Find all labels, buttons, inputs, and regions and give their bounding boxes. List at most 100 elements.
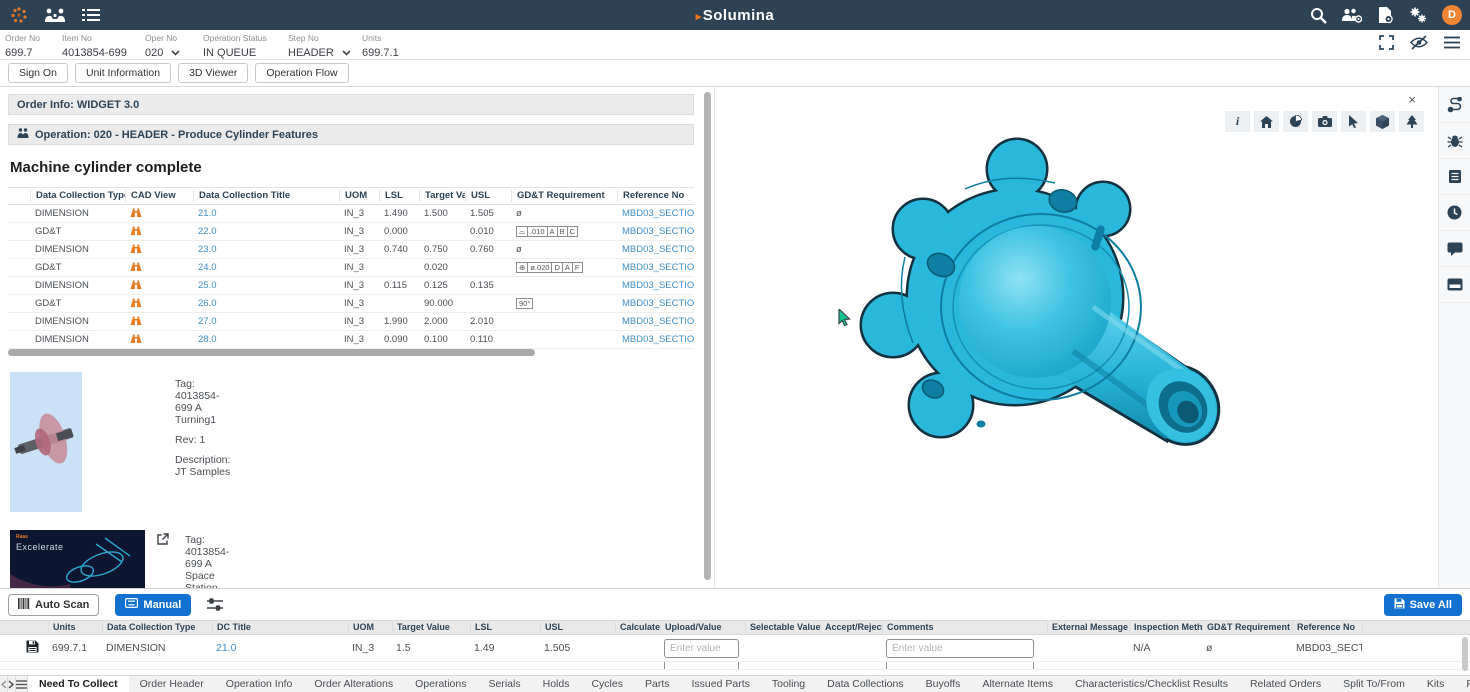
close-icon[interactable]: × (1408, 93, 1416, 106)
tab-characteristics-checklist-results[interactable]: Characteristics/Checklist Results (1064, 676, 1239, 692)
table-row[interactable]: GD&T 26.0 IN_3 90.000 90° MBD03_SECTION (8, 295, 694, 313)
upload-value-input[interactable] (664, 639, 739, 658)
table-scrollbar[interactable] (1462, 637, 1468, 671)
comments-input[interactable] (886, 639, 1034, 658)
card-panel-icon[interactable] (1439, 267, 1470, 303)
tab-operation-flow[interactable]: Operation Flow (255, 63, 348, 83)
vertical-scrollbar[interactable] (704, 92, 711, 580)
document-settings-icon[interactable] (1377, 6, 1394, 24)
tab-order-alterations[interactable]: Order Alterations (303, 676, 404, 692)
right-tool-strip (1438, 87, 1470, 588)
attachment-thumbnail[interactable]: Raas Excelerate (10, 530, 145, 588)
filter-sliders-icon[interactable] (207, 598, 223, 612)
attachment-thumbnail[interactable] (10, 372, 82, 512)
cad-model-hub[interactable] (845, 137, 1265, 477)
tab-data-collections[interactable]: Data Collections (816, 676, 914, 692)
tabs-list-icon[interactable] (16, 676, 28, 692)
auto-scan-button[interactable]: Auto Scan (8, 594, 99, 616)
barcode-icon (18, 598, 30, 612)
binoculars-icon[interactable] (125, 297, 193, 311)
tab-serials[interactable]: Serials (478, 676, 532, 692)
tab-alternate-items[interactable]: Alternate Items (971, 676, 1064, 692)
table-row[interactable]: DIMENSION 27.0 IN_3 1.990 2.000 2.010 MB… (8, 313, 694, 331)
binoculars-icon[interactable] (125, 279, 193, 293)
attachment-tag: Tag: 4013854-699 A Turning1 (175, 378, 230, 426)
binoculars-icon[interactable] (125, 207, 193, 221)
info-icon[interactable]: i (1225, 111, 1250, 132)
chevron-down-icon[interactable] (171, 43, 180, 61)
tab-sign-on[interactable]: Sign On (8, 63, 68, 83)
viewer-toolbar: i (1225, 111, 1424, 132)
user-avatar[interactable]: D (1442, 5, 1462, 25)
tab-operation-info[interactable]: Operation Info (215, 676, 304, 692)
table-row[interactable]: GD&T 24.0 IN_3 0.020 ⊕ø.020DAF MBD03_SEC… (8, 259, 694, 277)
binoculars-icon[interactable] (125, 225, 193, 239)
tab-order-header[interactable]: Order Header (129, 676, 215, 692)
notes-icon[interactable] (1439, 159, 1470, 195)
tab-split-to-from[interactable]: Split To/From (1332, 676, 1416, 692)
select-cursor-icon[interactable] (1341, 111, 1366, 132)
order-info-header[interactable]: Order Info: WIDGET 3.0 (8, 94, 694, 115)
table-row[interactable]: GD&T 22.0 IN_3 0.000 0.010 ⌓.010ABC MBD0… (8, 223, 694, 241)
tree-icon[interactable] (1399, 111, 1424, 132)
table-header: Data Collection Type CAD View Data Colle… (8, 187, 694, 205)
tabs-scroll-left-icon[interactable] (0, 676, 8, 692)
hamburger-menu-icon[interactable] (1444, 36, 1460, 54)
tab-holds[interactable]: Holds (532, 676, 581, 692)
gdt-feature-control-frame: 90° (511, 298, 617, 310)
settings-gears-icon[interactable] (1408, 6, 1428, 24)
cube-icon[interactable] (1370, 111, 1395, 132)
binoculars-icon[interactable] (125, 315, 193, 329)
order-info-title: Order Info: WIDGET 3.0 (17, 99, 139, 111)
tab-issued-parts[interactable]: Issued Parts (681, 676, 761, 692)
list-menu-icon[interactable] (82, 8, 100, 22)
comments-icon[interactable] (1439, 231, 1470, 267)
tab-operations[interactable]: Operations (404, 676, 477, 692)
operation-header[interactable]: Operation: 020 - HEADER - Produce Cylind… (8, 124, 694, 145)
external-link-icon[interactable] (157, 532, 169, 550)
field-step-no[interactable]: Step No HEADER (288, 33, 351, 61)
table-row[interactable]: DIMENSION 23.0 IN_3 0.740 0.750 0.760 ø … (8, 241, 694, 259)
chevron-down-icon[interactable] (342, 43, 351, 61)
collect-row[interactable]: 699.7.1 DIMENSION 21.0 IN_3 1.5 1.49 1.5… (0, 635, 1470, 662)
camera-icon[interactable] (1312, 111, 1337, 132)
keyboard-icon (125, 598, 138, 611)
collaboration-icon[interactable] (44, 7, 66, 23)
field-units: Units 699.7.1 (362, 33, 399, 61)
table-row[interactable]: DIMENSION 25.0 IN_3 0.115 0.125 0.135 MB… (8, 277, 694, 295)
bug-icon[interactable] (1439, 123, 1470, 159)
pie-chart-icon[interactable] (1283, 111, 1308, 132)
binoculars-icon[interactable] (125, 333, 193, 347)
table-header: Units Data Collection Type DC Title UOM … (0, 620, 1470, 635)
horizontal-scrollbar[interactable] (8, 349, 535, 356)
search-icon[interactable] (1310, 7, 1327, 24)
user-admin-icon[interactable] (1341, 7, 1363, 23)
manual-button[interactable]: Manual (115, 594, 191, 616)
tab-tooling[interactable]: Tooling (761, 676, 816, 692)
tab-kits[interactable]: Kits (1416, 676, 1456, 692)
tab-3d-viewer[interactable]: 3D Viewer (178, 63, 248, 83)
history-clock-icon[interactable] (1439, 195, 1470, 231)
eye-off-icon[interactable] (1410, 35, 1428, 55)
table-row[interactable]: DIMENSION 28.0 IN_3 0.090 0.100 0.110 MB… (8, 331, 694, 349)
home-view-icon[interactable] (1254, 111, 1279, 132)
field-oper-no[interactable]: Oper No 020 (145, 33, 180, 61)
route-icon[interactable] (1439, 87, 1470, 123)
fullscreen-icon[interactable] (1379, 35, 1394, 55)
tab-unit-information[interactable]: Unit Information (75, 63, 171, 83)
need-to-collect-table: Units Data Collection Type DC Title UOM … (0, 620, 1470, 675)
binoculars-icon[interactable] (125, 261, 193, 275)
tab-cycles[interactable]: Cycles (580, 676, 634, 692)
tab-related-orders[interactable]: Related Orders (1239, 676, 1332, 692)
collect-row-partial[interactable] (0, 662, 1470, 670)
row-save-icon[interactable] (22, 640, 48, 656)
tab-buyoffs[interactable]: Buyoffs (915, 676, 972, 692)
save-all-button[interactable]: Save All (1384, 594, 1462, 616)
tab-part-shortages[interactable]: Part Shortages (1455, 676, 1470, 692)
tab-need-to-collect[interactable]: Need To Collect (28, 676, 129, 692)
app-logo-icon[interactable] (10, 6, 28, 24)
tab-parts[interactable]: Parts (634, 676, 681, 692)
table-row[interactable]: DIMENSION 21.0 IN_3 1.490 1.500 1.505 ø … (8, 205, 694, 223)
binoculars-icon[interactable] (125, 243, 193, 257)
tabs-scroll-right-icon[interactable] (8, 676, 16, 692)
